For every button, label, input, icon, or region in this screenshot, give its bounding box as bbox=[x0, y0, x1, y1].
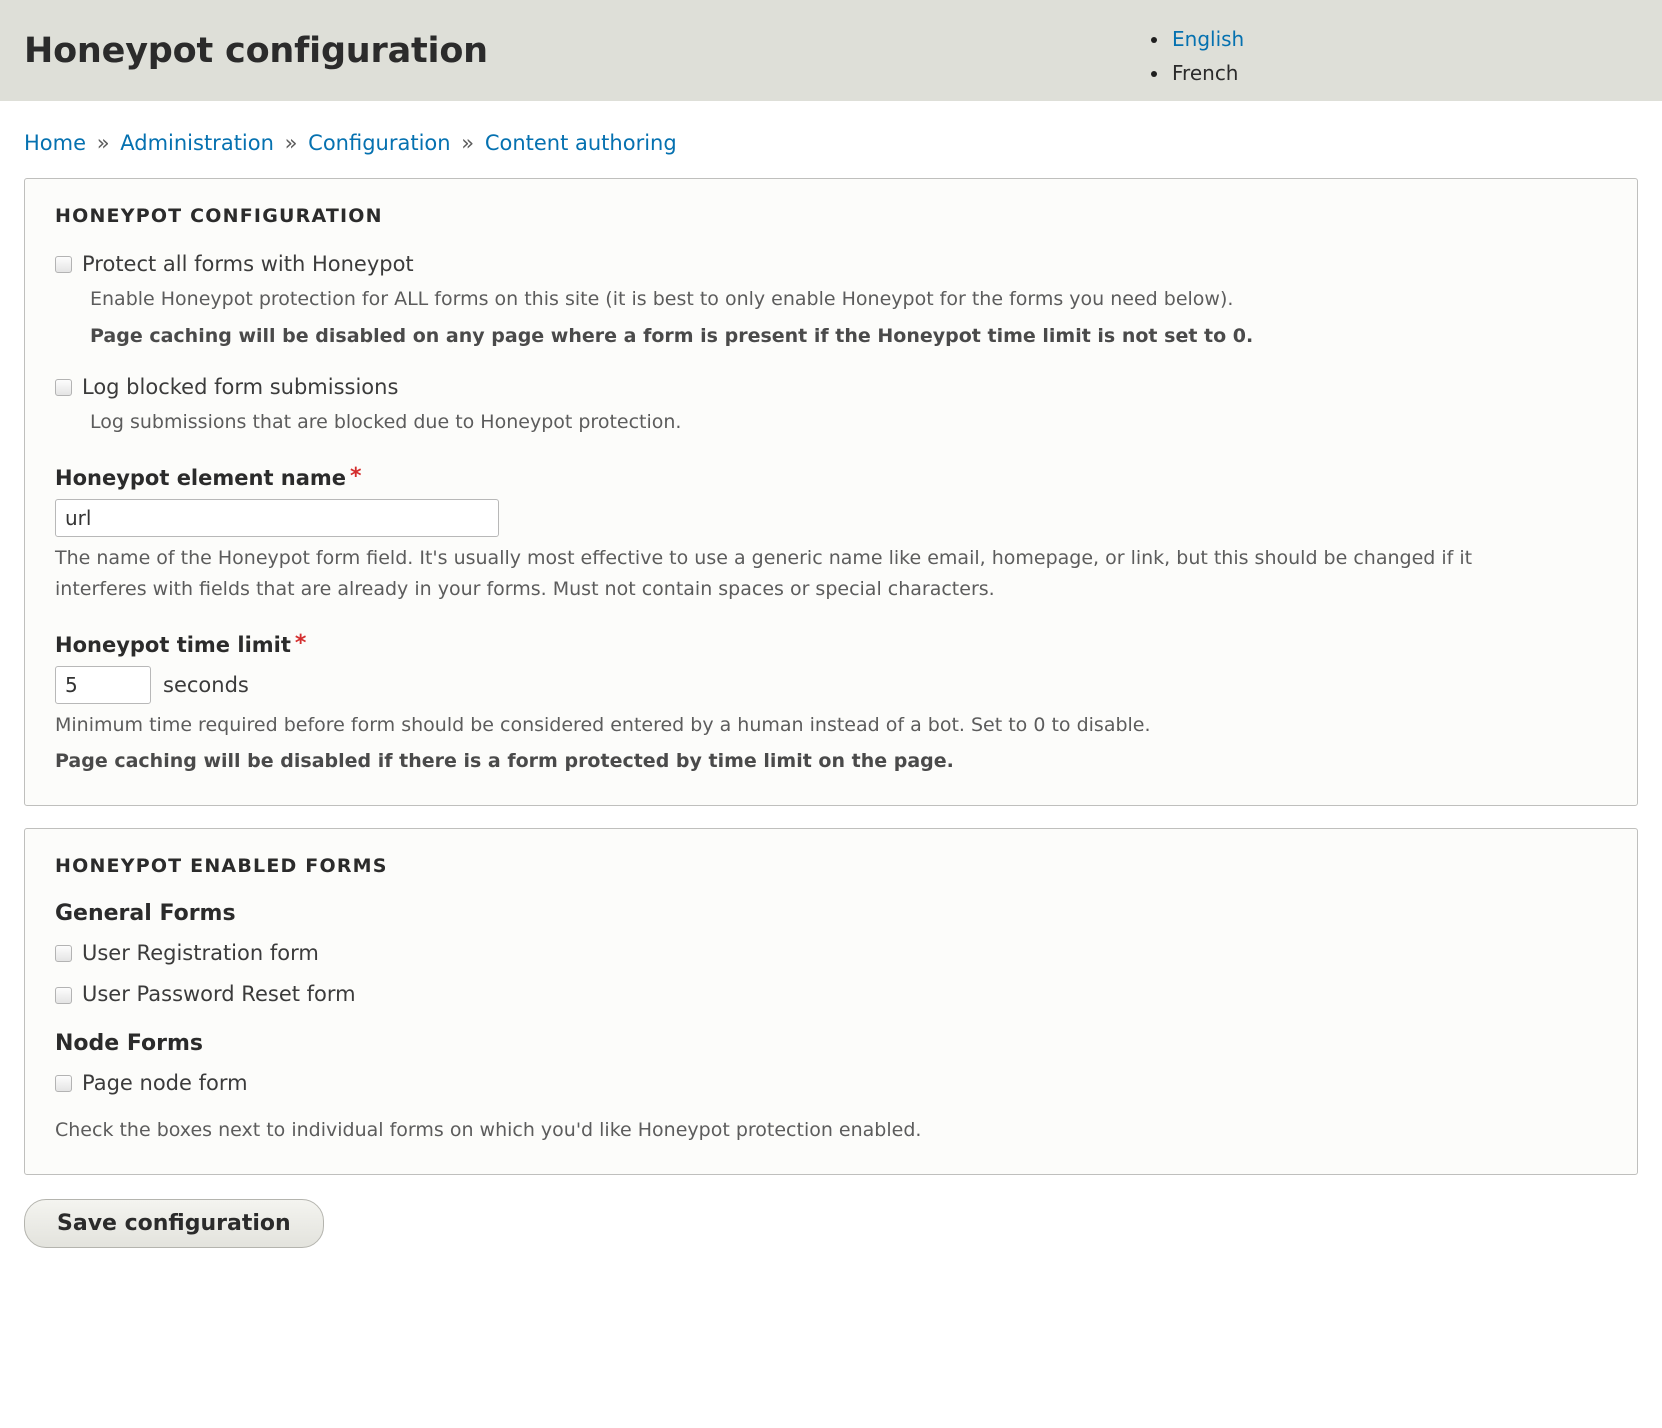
required-marker: * bbox=[350, 464, 362, 490]
breadcrumb-link-home[interactable]: Home bbox=[24, 131, 86, 155]
language-link-english[interactable]: English bbox=[1172, 27, 1244, 51]
protect-all-forms-label: Protect all forms with Honeypot bbox=[82, 252, 414, 277]
language-label-french: French bbox=[1172, 61, 1239, 85]
checkbox-icon-log-blocked-submissions[interactable] bbox=[55, 379, 72, 397]
breadcrumb-separator: » bbox=[96, 131, 110, 155]
group-heading-general-forms: General Forms bbox=[55, 901, 236, 927]
honeypot-configuration-fieldset: HONEYPOT CONFIGURATION Protect all forms… bbox=[24, 178, 1638, 807]
page-title: Honeypot configuration bbox=[24, 30, 488, 71]
honeypot-element-name-label-text: Honeypot element name bbox=[55, 466, 347, 491]
page-node-form-checkbox-row[interactable]: Page node form bbox=[55, 1070, 1607, 1097]
save-configuration-button[interactable]: Save configuration bbox=[24, 1198, 324, 1248]
user-registration-form-label: User Registration form bbox=[82, 941, 319, 966]
language-switcher: English French bbox=[1142, 22, 1244, 90]
protect-all-forms-checkbox-row[interactable]: Protect all forms with Honeypot bbox=[55, 251, 1607, 278]
honeypot-enabled-forms-fieldset: HONEYPOT ENABLED FORMS General Forms Use… bbox=[24, 828, 1638, 1175]
checkbox-icon-page-node-form[interactable] bbox=[55, 1074, 72, 1092]
fieldset-legend-honeypot-enabled-forms: HONEYPOT ENABLED FORMS bbox=[55, 855, 388, 878]
protect-all-forms-warning: Page caching will be disabled on any pag… bbox=[90, 325, 1254, 348]
bottom-spacer bbox=[0, 1248, 1662, 1308]
page-header: Honeypot configuration English French bbox=[0, 0, 1662, 101]
honeypot-element-name-label: Honeypot element name * bbox=[55, 464, 1607, 490]
breadcrumb-link-configuration[interactable]: Configuration bbox=[308, 131, 450, 155]
log-blocked-submissions-checkbox-row[interactable]: Log blocked form submissions bbox=[55, 374, 1607, 401]
checkbox-icon-user-password-reset-form[interactable] bbox=[55, 986, 72, 1004]
honeypot-element-name-description: The name of the Honeypot form field. It'… bbox=[55, 547, 1473, 600]
honeypot-time-limit-input[interactable] bbox=[55, 665, 151, 704]
checkbox-icon-protect-all-forms[interactable] bbox=[55, 256, 72, 274]
log-blocked-submissions-label: Log blocked form submissions bbox=[82, 375, 399, 400]
user-registration-form-checkbox-row[interactable]: User Registration form bbox=[55, 940, 1607, 967]
honeypot-time-limit-item: Honeypot time limit* seconds Minimum tim… bbox=[55, 631, 1607, 778]
protect-all-forms-description: Enable Honeypot protection for ALL forms… bbox=[90, 288, 1234, 311]
user-password-reset-form-checkbox-row[interactable]: User Password Reset form bbox=[55, 981, 1607, 1008]
honeypot-time-limit-warning: Page caching will be disabled if there i… bbox=[55, 750, 954, 773]
breadcrumb-separator: » bbox=[461, 131, 475, 155]
form-actions: Save configuration bbox=[24, 1198, 1662, 1248]
language-item-french: French bbox=[1170, 56, 1244, 90]
honeypot-enabled-forms-description: Check the boxes next to individual forms… bbox=[55, 1119, 922, 1142]
language-item-english[interactable]: English bbox=[1170, 22, 1244, 56]
breadcrumb-separator: » bbox=[284, 131, 298, 155]
page-node-form-label: Page node form bbox=[82, 1070, 248, 1095]
group-heading-node-forms: Node Forms bbox=[55, 1030, 203, 1056]
breadcrumb-link-administration[interactable]: Administration bbox=[120, 131, 274, 155]
main-content: HONEYPOT CONFIGURATION Protect all forms… bbox=[24, 178, 1638, 1175]
required-marker: * bbox=[294, 630, 307, 656]
honeypot-time-limit-label-text: Honeypot time limit bbox=[55, 632, 291, 657]
breadcrumb: Home » Administration » Configuration » … bbox=[24, 131, 1662, 156]
honeypot-time-limit-suffix: seconds bbox=[163, 672, 249, 697]
honeypot-element-name-input[interactable] bbox=[55, 499, 499, 538]
honeypot-time-limit-input-row: seconds bbox=[55, 665, 1607, 704]
honeypot-element-name-item: Honeypot element name* The name of the H… bbox=[55, 464, 1607, 605]
fieldset-legend-honeypot-configuration: HONEYPOT CONFIGURATION bbox=[55, 205, 383, 228]
log-blocked-submissions-description: Log submissions that are blocked due to … bbox=[90, 411, 682, 434]
breadcrumb-link-content-authoring[interactable]: Content authoring bbox=[485, 131, 677, 155]
user-password-reset-form-label: User Password Reset form bbox=[82, 982, 356, 1007]
honeypot-time-limit-description: Minimum time required before form should… bbox=[55, 713, 1151, 736]
checkbox-icon-user-registration-form[interactable] bbox=[55, 945, 72, 963]
honeypot-time-limit-label: Honeypot time limit * bbox=[55, 631, 1607, 657]
